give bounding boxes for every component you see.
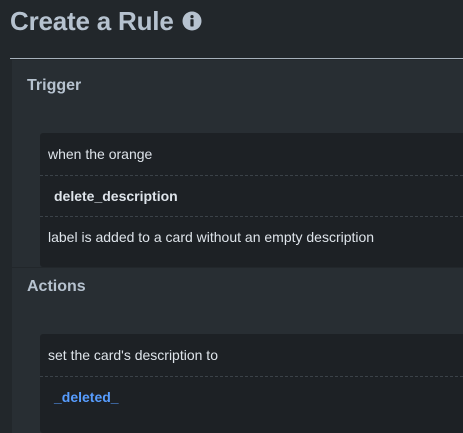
- trigger-heading: Trigger: [27, 77, 82, 94]
- trigger-line-1-text: when the orange: [48, 146, 153, 162]
- action-line-1-text: set the card's description to: [48, 347, 218, 363]
- action-description-value[interactable]: _deleted_: [40, 389, 119, 405]
- trigger-value-row: delete_description: [40, 176, 463, 216]
- trigger-line-2: label is added to a card without an empt…: [40, 217, 463, 257]
- actions-heading: Actions: [27, 278, 86, 295]
- action-value-row: _deleted_: [40, 377, 463, 417]
- action-line-1: set the card's description to: [40, 334, 463, 376]
- title-divider: [10, 58, 463, 59]
- trigger-section: Trigger when the orange delete_descripti…: [12, 60, 463, 267]
- page-title: Create a Rule: [10, 1, 202, 41]
- info-icon[interactable]: [182, 11, 202, 31]
- trigger-line-2-text: label is added to a card without an empt…: [48, 229, 375, 245]
- trigger-card[interactable]: when the orange delete_description label…: [40, 133, 463, 267]
- page-title-text: Create a Rule: [10, 5, 174, 36]
- trigger-line-1: when the orange: [40, 133, 463, 175]
- actions-section: Actions set the card's description to _d…: [12, 268, 463, 433]
- trigger-label-value[interactable]: delete_description: [40, 188, 178, 204]
- action-card[interactable]: set the card's description to _deleted_: [40, 334, 463, 433]
